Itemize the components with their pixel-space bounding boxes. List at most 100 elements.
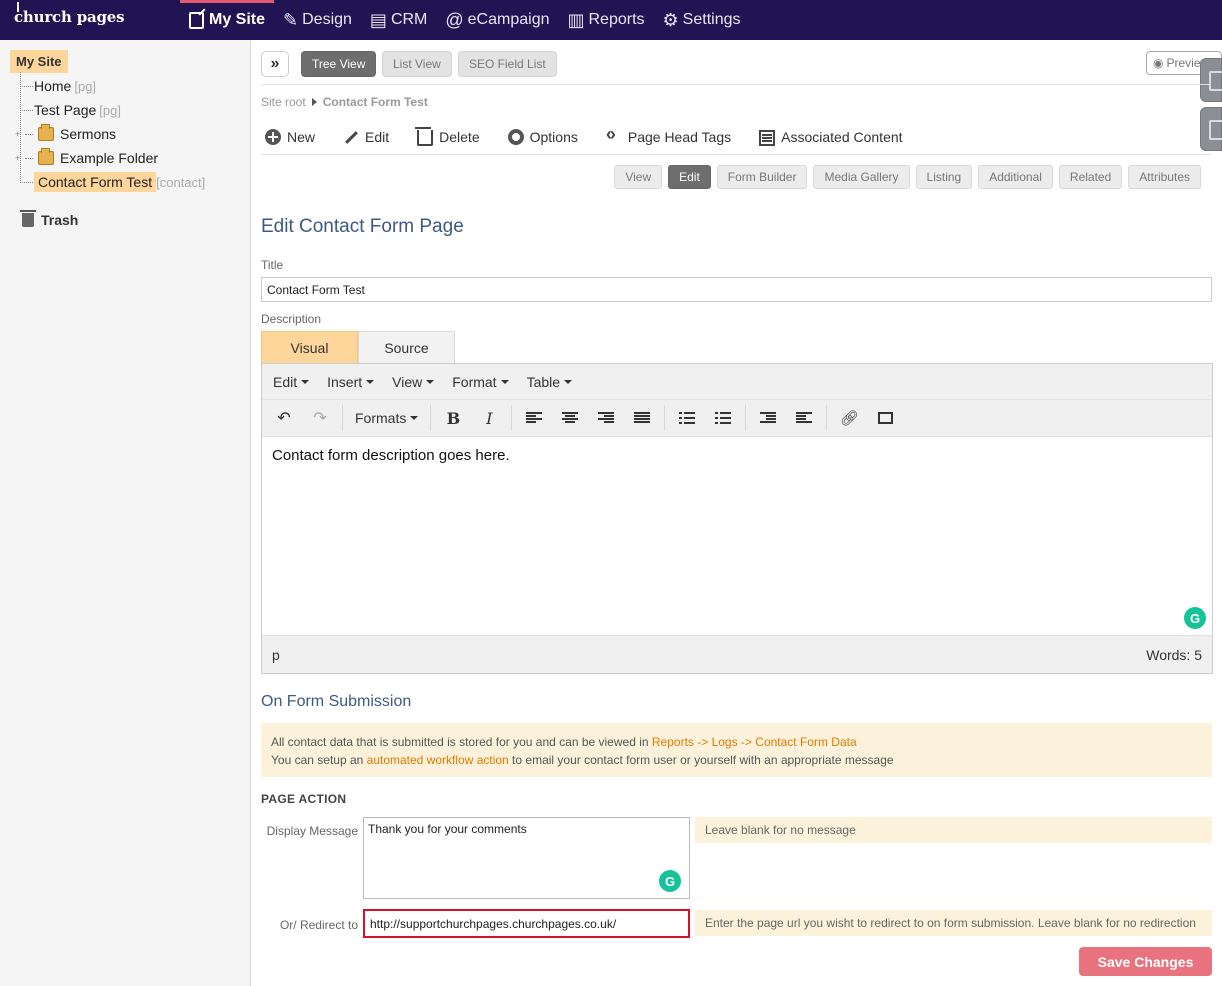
align-justify-button[interactable] (624, 403, 660, 433)
tree-node-test-page[interactable]: Test Page [pg] (20, 100, 121, 120)
options-button[interactable]: Options (507, 129, 578, 145)
gear-icon: ⚙ (662, 10, 679, 30)
tree-view-button[interactable]: Tree View (301, 51, 377, 77)
chart-icon: ▥ (567, 10, 585, 30)
on-form-submission-heading: On Form Submission (261, 693, 412, 710)
nav-my-site[interactable]: My Site (180, 0, 275, 40)
grammarly-icon[interactable]: G (1184, 607, 1206, 629)
tree-root-my-site[interactable]: My Site (10, 50, 68, 73)
expand-panel-button[interactable]: » (261, 51, 289, 77)
grammarly-icon[interactable]: G (659, 870, 681, 892)
expand-icon[interactable]: + (15, 153, 25, 163)
undo-button[interactable]: ↶ (266, 403, 302, 433)
page-title: Edit Contact Form Page (261, 216, 464, 237)
tab-view[interactable]: View (614, 165, 663, 189)
caret-right-icon (311, 98, 317, 106)
contact-form-data-link[interactable]: Reports -> Logs -> Contact Form Data (652, 735, 857, 749)
element-path[interactable]: p (272, 647, 280, 663)
list-view-button[interactable]: List View (382, 51, 452, 77)
bullet-list-button[interactable] (669, 403, 705, 433)
seo-field-list-button[interactable]: SEO Field List (458, 51, 557, 77)
editor-statusbar: p Words: 5 (262, 635, 1212, 673)
tab-form-builder[interactable]: Form Builder (716, 165, 808, 189)
insert-image-button[interactable] (867, 403, 903, 433)
church-spire-icon (17, 2, 19, 12)
undo-icon: ↶ (277, 410, 291, 427)
menu-edit[interactable]: Edit (264, 374, 318, 390)
automated-workflow-link[interactable]: automated workflow action (367, 753, 509, 767)
italic-icon: I (486, 408, 493, 428)
indent-button[interactable] (786, 403, 822, 433)
nav-ecampaign[interactable]: @ eCampaign (436, 0, 558, 40)
formats-dropdown[interactable]: Formats (347, 403, 426, 433)
tablet-icon (1209, 120, 1222, 140)
numbered-list-button[interactable] (705, 403, 741, 433)
nav-crm[interactable]: ▤ CRM (361, 0, 436, 40)
redirect-url-field[interactable] (363, 909, 690, 938)
align-left-button[interactable] (516, 403, 552, 433)
tree-node-example-folder[interactable]: + Example Folder (15, 148, 158, 168)
menu-format[interactable]: Format (443, 374, 517, 390)
rich-text-editor: Edit Insert View Format Table ↶ ↷ Format… (261, 363, 1213, 674)
align-left-icon (526, 412, 543, 424)
display-message-field[interactable]: Thank you for your comments (363, 817, 690, 899)
expand-icon[interactable]: + (15, 129, 25, 139)
tab-related[interactable]: Related (1058, 165, 1123, 189)
editor-content-text: Contact form description goes here. (272, 447, 510, 464)
nav-design[interactable]: ✎ Design (274, 0, 361, 40)
breadcrumb-current: Contact Form Test (322, 95, 428, 109)
bold-button[interactable]: B (435, 403, 471, 433)
editor-toolbar: ↶ ↷ Formats B I 🔗︎ (262, 400, 1212, 437)
redo-button[interactable]: ↷ (302, 403, 338, 433)
outdent-button[interactable] (750, 403, 786, 433)
code-icon (606, 124, 622, 145)
tab-listing[interactable]: Listing (915, 165, 973, 189)
menu-insert[interactable]: Insert (318, 374, 383, 390)
align-justify-icon (634, 412, 651, 424)
title-input[interactable] (261, 277, 1212, 302)
align-right-button[interactable] (588, 403, 624, 433)
tree-node-sermons[interactable]: + Sermons (15, 124, 116, 144)
numbered-list-icon (715, 412, 732, 424)
associated-content-button[interactable]: Associated Content (759, 129, 903, 146)
new-button[interactable]: New (265, 129, 315, 145)
display-message-label: Display Message (266, 824, 358, 838)
tab-media-gallery[interactable]: Media Gallery (813, 165, 910, 189)
tablet-side-tab[interactable] (1200, 107, 1222, 151)
contact-card-side-tab[interactable] (1200, 58, 1222, 102)
caret-down-icon (366, 379, 375, 384)
tab-attributes[interactable]: Attributes (1128, 165, 1201, 189)
outdent-icon (760, 412, 777, 424)
save-changes-button[interactable]: Save Changes (1079, 947, 1212, 976)
insert-link-button[interactable]: 🔗︎ (831, 403, 867, 433)
tree-node-trash[interactable]: Trash (20, 210, 78, 228)
page-tabs: View Edit Form Builder Media Gallery Lis… (608, 165, 1201, 189)
page-action-bar: New Edit Delete Options Page Head Tags A… (265, 124, 931, 146)
church-pages-logo[interactable]: church pages (14, 2, 125, 26)
caret-down-icon (410, 416, 419, 420)
main-content: » Tree View List View SEO Field List ◉ P… (251, 40, 1222, 986)
tab-source[interactable]: Source (358, 331, 455, 364)
contacts-icon: ▤ (369, 10, 387, 30)
tab-additional[interactable]: Additional (978, 165, 1053, 189)
tree-node-home[interactable]: Home [pg] (20, 76, 96, 96)
breadcrumb-site-root[interactable]: Site root (261, 95, 306, 109)
bold-icon: B (446, 408, 461, 428)
italic-button[interactable]: I (471, 403, 507, 433)
edit-button[interactable]: Edit (343, 129, 389, 145)
bullet-list-icon (679, 412, 696, 424)
align-center-button[interactable] (552, 403, 588, 433)
delete-button[interactable]: Delete (415, 127, 480, 146)
tree-node-contact-form-test[interactable]: Contact Form Test [contact] (20, 172, 205, 192)
nav-reports[interactable]: ▥ Reports (558, 0, 653, 40)
caret-down-icon (426, 379, 435, 384)
tab-edit[interactable]: Edit (668, 165, 711, 189)
page-head-tags-button[interactable]: Page Head Tags (606, 124, 731, 145)
trash-icon (20, 210, 36, 227)
menu-view[interactable]: View (383, 374, 443, 390)
tab-visual[interactable]: Visual (261, 331, 358, 364)
menu-table[interactable]: Table (518, 374, 581, 390)
nav-settings[interactable]: ⚙ Settings (654, 0, 750, 40)
brush-icon: ✎ (283, 10, 299, 30)
editor-content-area[interactable]: Contact form description goes here. G (262, 437, 1212, 635)
